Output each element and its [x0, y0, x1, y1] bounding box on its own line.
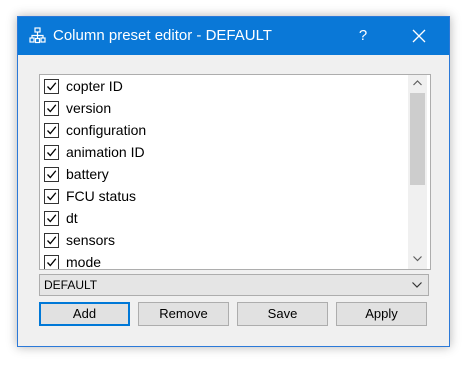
checkmark-icon — [47, 148, 57, 157]
add-button[interactable]: Add — [39, 302, 130, 326]
close-button[interactable] — [389, 17, 449, 55]
checkmark-icon — [47, 170, 57, 179]
column-label: dt — [66, 210, 78, 226]
preset-selected-value: DEFAULT — [44, 278, 98, 292]
column-label: sensors — [66, 232, 116, 248]
column-checkbox[interactable] — [44, 123, 59, 138]
checkmark-icon — [47, 82, 57, 91]
apply-button[interactable]: Apply — [336, 302, 427, 326]
column-label: FCU status — [66, 188, 137, 204]
column-checkbox[interactable] — [44, 189, 59, 204]
list-item[interactable]: battery — [40, 164, 410, 186]
column-checkbox[interactable] — [44, 233, 59, 248]
column-checkbox[interactable] — [44, 167, 59, 182]
checkmark-icon — [47, 214, 57, 223]
column-checkbox[interactable] — [44, 211, 59, 226]
column-label: battery — [66, 166, 109, 182]
list-item[interactable]: sensors — [40, 230, 410, 252]
column-preset-dialog: Column preset editor - DEFAULT ? copter … — [17, 16, 450, 347]
list-item[interactable]: mode — [40, 252, 410, 270]
checkmark-icon — [47, 258, 57, 267]
list-item[interactable]: configuration — [40, 120, 410, 142]
checkmark-icon — [47, 126, 57, 135]
preset-dropdown[interactable]: DEFAULT — [39, 274, 429, 296]
checkmark-icon — [47, 104, 57, 113]
scroll-down-button[interactable] — [408, 250, 427, 267]
column-list[interactable]: copter ID version configuration animatio… — [39, 74, 431, 270]
remove-button[interactable]: Remove — [138, 302, 229, 326]
list-item[interactable]: animation ID — [40, 142, 410, 164]
scroll-up-button[interactable] — [408, 75, 427, 92]
vertical-scrollbar[interactable] — [408, 75, 427, 269]
help-button[interactable]: ? — [340, 17, 386, 55]
column-label: mode — [66, 254, 102, 270]
checkmark-icon — [47, 192, 57, 201]
chevron-up-icon — [413, 80, 422, 86]
scroll-thumb[interactable] — [410, 93, 425, 185]
column-checkbox[interactable] — [44, 145, 59, 160]
network-nodes-icon — [29, 27, 46, 44]
list-item[interactable]: dt — [40, 208, 410, 230]
column-label: animation ID — [66, 144, 145, 160]
column-label: version — [66, 100, 112, 116]
list-item[interactable]: FCU status — [40, 186, 410, 208]
list-item[interactable]: version — [40, 98, 410, 120]
list-item[interactable]: copter ID — [40, 76, 410, 98]
column-checkbox[interactable] — [44, 101, 59, 116]
column-label: copter ID — [66, 78, 123, 94]
checkmark-icon — [47, 236, 57, 245]
column-checkbox[interactable] — [44, 255, 59, 269]
close-icon — [412, 29, 426, 43]
column-checkbox[interactable] — [44, 79, 59, 94]
window-title: Column preset editor - DEFAULT — [53, 27, 272, 44]
chevron-down-icon — [413, 256, 422, 262]
chevron-down-icon — [412, 282, 422, 288]
save-button[interactable]: Save — [237, 302, 328, 326]
title-bar[interactable]: Column preset editor - DEFAULT ? — [18, 17, 449, 55]
column-label: configuration — [66, 122, 147, 138]
